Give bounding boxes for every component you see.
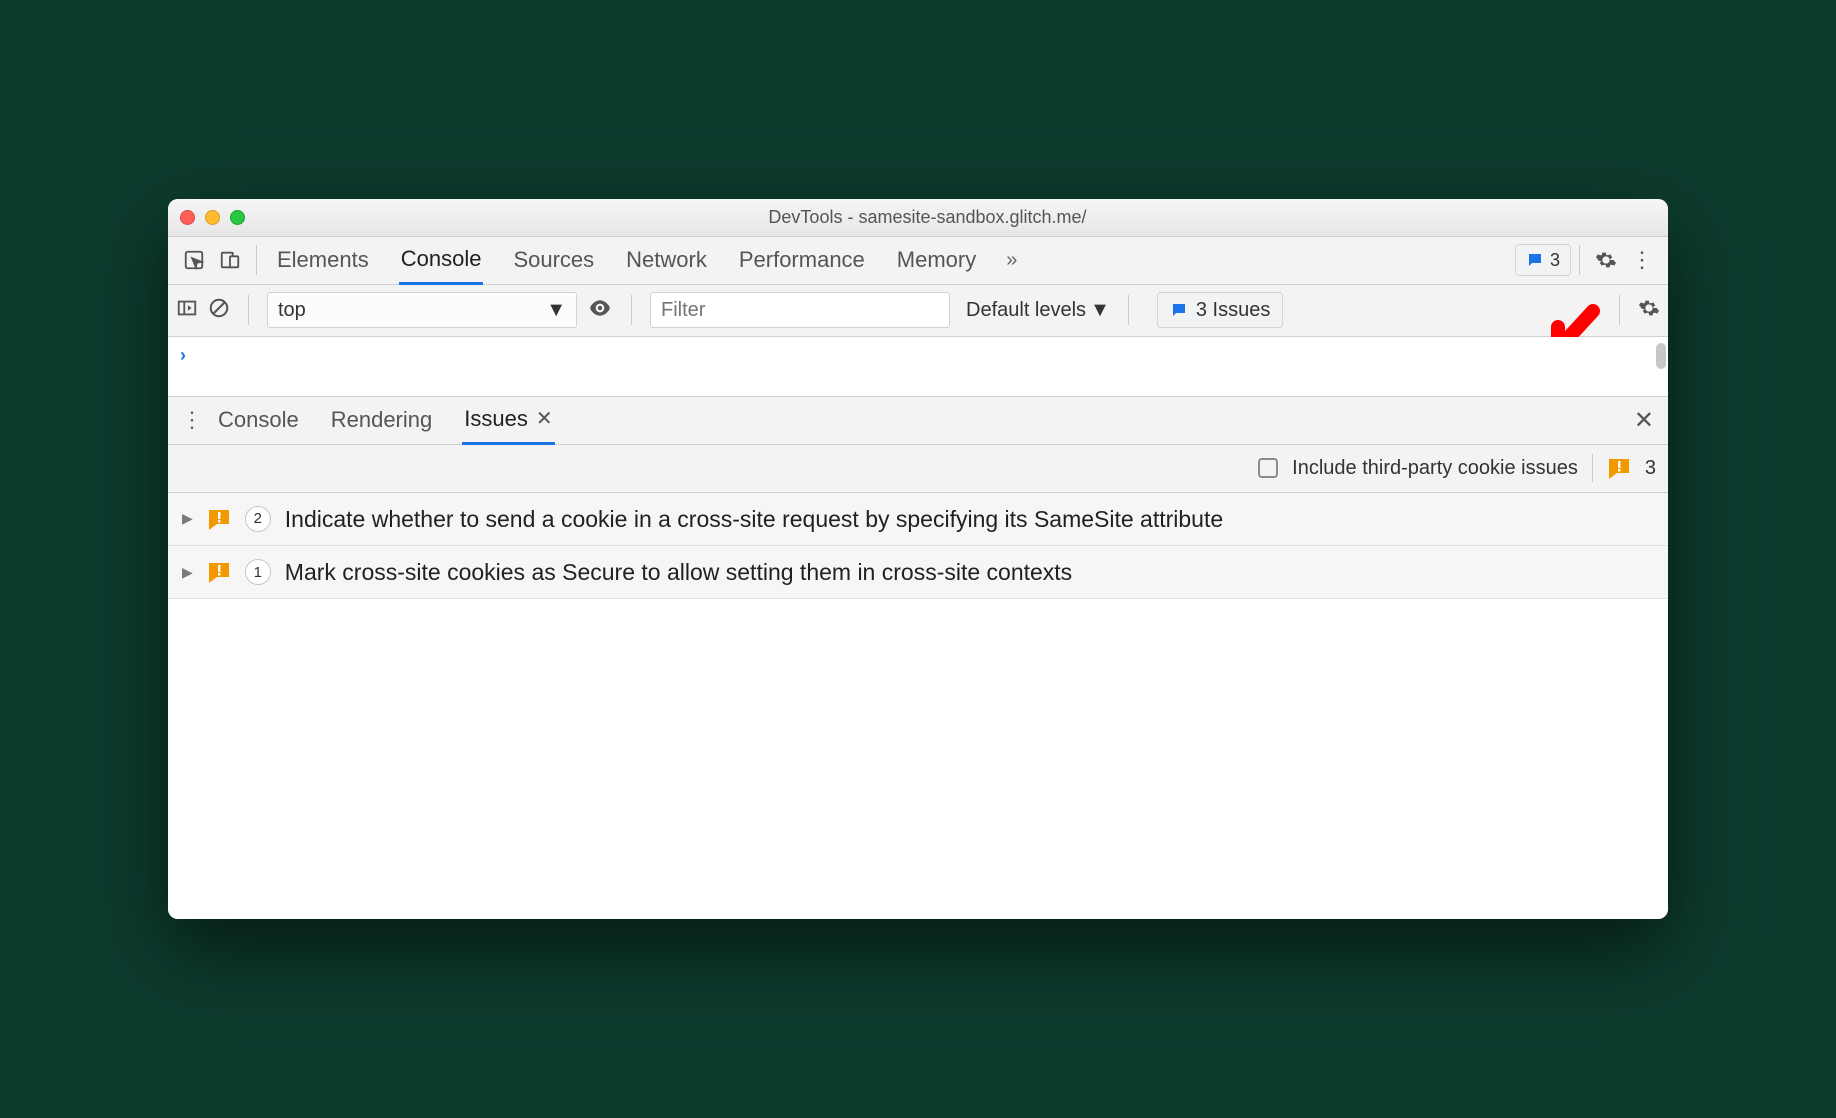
toolbar-divider [1619,295,1620,325]
toolbar-divider [1128,295,1129,325]
issues-list: ▶ 2 Indicate whether to send a cookie in… [168,493,1668,599]
issue-warning-icon [207,508,231,530]
include-third-party-label: Include third-party cookie issues [1292,457,1578,480]
issues-total-count: 3 [1645,457,1656,480]
close-window-button[interactable] [180,210,195,225]
clear-console-icon[interactable] [208,297,230,324]
tab-network[interactable]: Network [624,237,709,283]
issue-count-badge: 1 [245,559,271,585]
main-toolbar: Elements Console Sources Network Perform… [168,237,1668,285]
issues-toolbar: Include third-party cookie issues 3 [168,445,1668,493]
issue-warning-icon [1607,457,1631,479]
live-expression-icon[interactable] [587,295,613,326]
tab-memory[interactable]: Memory [895,237,978,283]
dropdown-icon: ▼ [1090,299,1110,322]
device-toolbar-icon[interactable] [212,242,248,278]
log-levels-dropdown[interactable]: Default levels ▼ [966,299,1110,322]
issues-button-label: 3 Issues [1196,299,1270,322]
drawer-more-icon[interactable]: ⋮ [176,407,208,433]
tab-sources[interactable]: Sources [511,237,596,283]
drawer-tab-console[interactable]: Console [216,397,301,443]
issue-title: Mark cross-site cookies as Secure to all… [285,556,1654,588]
tab-elements[interactable]: Elements [275,237,371,283]
issues-counter-top[interactable]: 3 [1515,244,1571,276]
console-prompt-icon: › [180,345,186,365]
drawer-tab-issues-label: Issues [464,406,528,432]
issue-row[interactable]: ▶ 2 Indicate whether to send a cookie in… [168,493,1668,546]
toolbar-divider [1592,454,1593,482]
issue-row[interactable]: ▶ 1 Mark cross-site cookies as Secure to… [168,546,1668,599]
drawer-tab-rendering[interactable]: Rendering [329,397,435,443]
more-menu-icon[interactable]: ⋮ [1624,242,1660,278]
expand-icon[interactable]: ▶ [182,510,193,527]
empty-area [168,599,1668,919]
scrollbar-thumb[interactable] [1656,343,1666,369]
context-selector-value: top [278,299,306,322]
main-tabs: Elements Console Sources Network Perform… [275,236,1515,285]
console-body[interactable]: › [168,337,1668,397]
window-title: DevTools - samesite-sandbox.glitch.me/ [199,207,1656,228]
drawer-toolbar: ⋮ Console Rendering Issues ✕ ✕ [168,397,1668,445]
drawer-tab-issues[interactable]: Issues ✕ [462,396,554,445]
toolbar-divider [631,295,632,325]
tab-console[interactable]: Console [399,236,484,285]
tab-performance[interactable]: Performance [737,237,867,283]
dropdown-icon: ▼ [546,299,566,322]
issue-count-badge: 2 [245,506,271,532]
log-levels-label: Default levels [966,299,1086,322]
close-tab-icon[interactable]: ✕ [536,406,553,431]
toolbar-divider [256,245,257,275]
issue-title: Indicate whether to send a cookie in a c… [285,503,1654,535]
filter-input[interactable] [650,292,950,328]
close-drawer-icon[interactable]: ✕ [1628,406,1660,435]
expand-icon[interactable]: ▶ [182,564,193,581]
toolbar-divider [1579,245,1580,275]
devtools-window: DevTools - samesite-sandbox.glitch.me/ E… [168,199,1668,919]
console-settings-icon[interactable] [1638,297,1660,324]
issues-button[interactable]: 3 Issues [1157,292,1283,328]
context-selector[interactable]: top ▼ [267,292,577,328]
titlebar: DevTools - samesite-sandbox.glitch.me/ [168,199,1668,237]
console-toolbar: top ▼ Default levels ▼ 3 Issues [168,285,1668,337]
more-tabs-icon[interactable]: » [1006,249,1017,272]
issues-counter-top-count: 3 [1550,250,1560,271]
drawer-tabs: Console Rendering Issues ✕ [216,396,1628,445]
toggle-sidebar-icon[interactable] [176,297,198,324]
issue-warning-icon [207,561,231,583]
inspect-element-icon[interactable] [176,242,212,278]
settings-icon[interactable] [1588,242,1624,278]
toolbar-divider [248,295,249,325]
include-third-party-checkbox[interactable] [1258,458,1278,478]
